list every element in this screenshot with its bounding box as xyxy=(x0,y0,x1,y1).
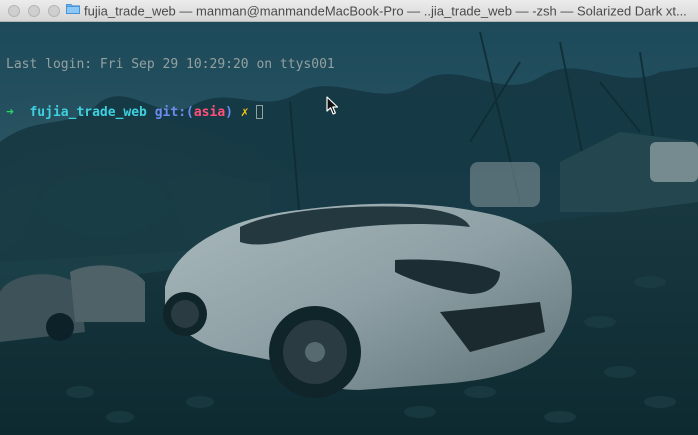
prompt-paren-close: ) xyxy=(225,105,233,120)
last-login-line: Last login: Fri Sep 29 10:29:20 on ttys0… xyxy=(6,57,335,72)
window-title: fujia_trade_web — manman@manmandeMacBook… xyxy=(84,3,687,19)
minimize-window-button[interactable] xyxy=(28,5,40,17)
prompt-directory: fujia_trade_web xyxy=(29,105,147,120)
terminal-window: fujia_trade_web — manman@manmandeMacBook… xyxy=(0,0,698,435)
prompt-branch: asia xyxy=(193,105,226,120)
window-title-area: fujia_trade_web — manman@manmandeMacBook… xyxy=(66,0,698,22)
prompt-arrow-icon: ➜ xyxy=(6,105,14,120)
prompt-git-label: git: xyxy=(154,105,187,120)
title-bar[interactable]: fujia_trade_web — manman@manmandeMacBook… xyxy=(0,0,698,22)
terminal-output[interactable]: Last login: Fri Sep 29 10:29:20 on ttys0… xyxy=(6,25,335,153)
close-window-button[interactable] xyxy=(8,5,20,17)
folder-icon xyxy=(66,0,80,21)
prompt-line: ➜ fujia_trade_web git:(asia) ✗ xyxy=(6,105,335,121)
dirty-marker-icon: ✗ xyxy=(240,105,249,120)
prompt-paren-open: ( xyxy=(186,105,194,120)
zoom-window-button[interactable] xyxy=(48,5,60,17)
mouse-pointer-icon xyxy=(326,96,340,121)
text-cursor[interactable] xyxy=(256,105,264,119)
